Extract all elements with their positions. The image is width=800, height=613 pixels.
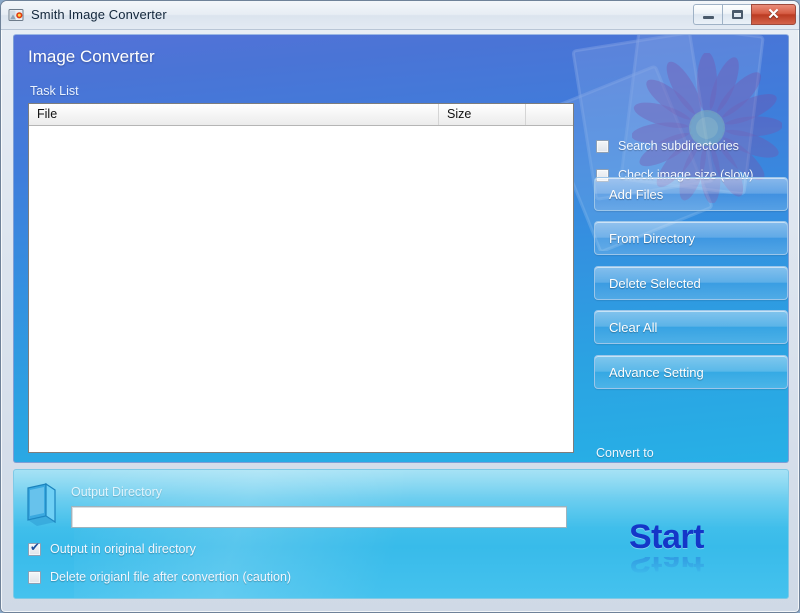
button-label: Delete Selected — [609, 275, 701, 291]
button-label: From Directory — [609, 230, 695, 246]
delete-selected-button[interactable]: Delete Selected — [594, 266, 788, 300]
advance-setting-button[interactable]: Advance Setting — [594, 355, 788, 389]
task-list-body[interactable] — [29, 126, 573, 452]
button-label: Add Files — [609, 186, 664, 202]
option-delete-original-file[interactable]: Delete origianl file after convertion (c… — [28, 570, 291, 584]
main-panel: Image Converter Task List File Size Sear… — [13, 34, 789, 463]
option-label: Output in original directory — [50, 542, 196, 556]
task-list-header: File Size — [29, 104, 573, 126]
app-icon — [8, 7, 25, 24]
button-label: Advance Setting — [609, 364, 704, 380]
folder-icon — [22, 482, 62, 526]
application-window: Smith Image Converter ✕ Image Converter … — [0, 0, 800, 613]
checkbox-icon[interactable] — [28, 570, 41, 584]
checkbox-icon[interactable] — [28, 541, 41, 556]
from-directory-button[interactable]: From Directory — [594, 221, 788, 255]
option-search-subdirectories[interactable]: Search subdirectories — [596, 139, 739, 153]
option-label: Search subdirectories — [618, 139, 739, 153]
output-directory-input[interactable] — [71, 506, 567, 528]
task-list-label: Task List — [30, 84, 79, 98]
window-controls: ✕ — [693, 4, 796, 26]
maximize-icon — [731, 10, 743, 19]
output-directory-label: Output Directory — [71, 485, 163, 499]
add-files-button[interactable]: Add Files — [594, 177, 788, 211]
button-label: Clear All — [609, 319, 658, 335]
column-header-size[interactable]: Size — [439, 104, 526, 125]
title-bar[interactable]: Smith Image Converter ✕ — [1, 1, 799, 30]
clear-all-button[interactable]: Clear All — [594, 310, 788, 344]
minimize-button[interactable] — [693, 4, 722, 25]
option-output-original-directory[interactable]: Output in original directory — [28, 541, 196, 556]
checkbox-icon[interactable] — [596, 139, 609, 153]
maximize-button[interactable] — [722, 4, 751, 25]
column-header-file[interactable]: File — [29, 104, 439, 125]
minimize-icon — [702, 16, 714, 19]
option-label: Delete origianl file after convertion (c… — [50, 570, 292, 584]
page-title: Image Converter — [28, 47, 155, 66]
close-icon: ✕ — [767, 6, 780, 23]
column-header-spacer[interactable] — [526, 104, 573, 125]
window-title: Smith Image Converter — [31, 7, 167, 22]
convert-to-label: Convert to — [596, 446, 654, 460]
start-button[interactable]: Start — [629, 516, 725, 562]
close-button[interactable]: ✕ — [751, 4, 796, 25]
task-list[interactable]: File Size — [28, 103, 574, 453]
